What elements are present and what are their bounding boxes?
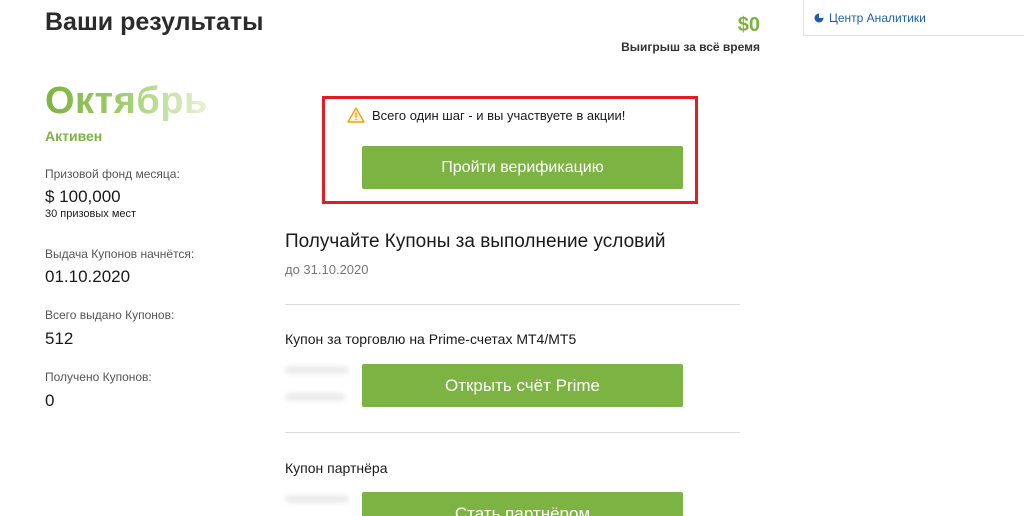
divider: [285, 432, 740, 433]
total-winnings-amount: $0: [737, 14, 760, 36]
prize-fund-value: $ 100,000: [45, 187, 121, 206]
total-winnings-label: Выигрыш за всё время: [621, 40, 760, 54]
analytics-center-link[interactable]: Центр Аналитики: [829, 11, 926, 25]
prize-fund-label: Призовой фонд месяца:: [45, 167, 180, 181]
blurred-text: [285, 495, 349, 503]
month-status: Активен: [45, 128, 103, 144]
total-issued-value: 512: [45, 329, 74, 348]
verification-highlight-box: Всего один шаг - и вы участвуете в акции…: [322, 96, 698, 204]
page-title: Ваши результаты: [45, 8, 264, 36]
become-partner-button[interactable]: Стать партнёром: [362, 492, 683, 516]
prize-places: 30 призовых мест: [45, 208, 137, 220]
blurred-text: [285, 393, 345, 401]
received-label: Получено Купонов:: [45, 370, 152, 384]
total-issued-label: Всего выдано Купонов:: [45, 308, 175, 322]
coupons-section-title: Получайте Купоны за выполнение условий: [285, 231, 666, 252]
received-value: 0: [45, 391, 55, 410]
issue-start-label: Выдача Купонов начнётся:: [45, 247, 195, 261]
open-prime-account-button[interactable]: Открыть счёт Prime: [362, 364, 683, 407]
analytics-center-card[interactable]: Центр Аналитики: [803, 0, 1024, 36]
warning-icon: [347, 107, 365, 123]
month-title: Октябрь: [45, 80, 208, 122]
coupon-partner-title: Купон партнёра: [285, 460, 388, 476]
pie-chart-icon: [814, 13, 824, 22]
divider: [285, 304, 740, 305]
verification-message-text: Всего один шаг - и вы участвуете в акции…: [372, 107, 626, 123]
coupons-deadline: до 31.10.2020: [285, 262, 369, 277]
verify-button[interactable]: Пройти верификацию: [362, 146, 683, 189]
coupon-prime-title: Купон за торговлю на Prime-счетах MT4/MT…: [285, 331, 577, 347]
blurred-text: [285, 366, 349, 374]
verification-message: Всего один шаг - и вы участвуете в акции…: [347, 107, 625, 123]
issue-start-value: 01.10.2020: [45, 267, 131, 286]
